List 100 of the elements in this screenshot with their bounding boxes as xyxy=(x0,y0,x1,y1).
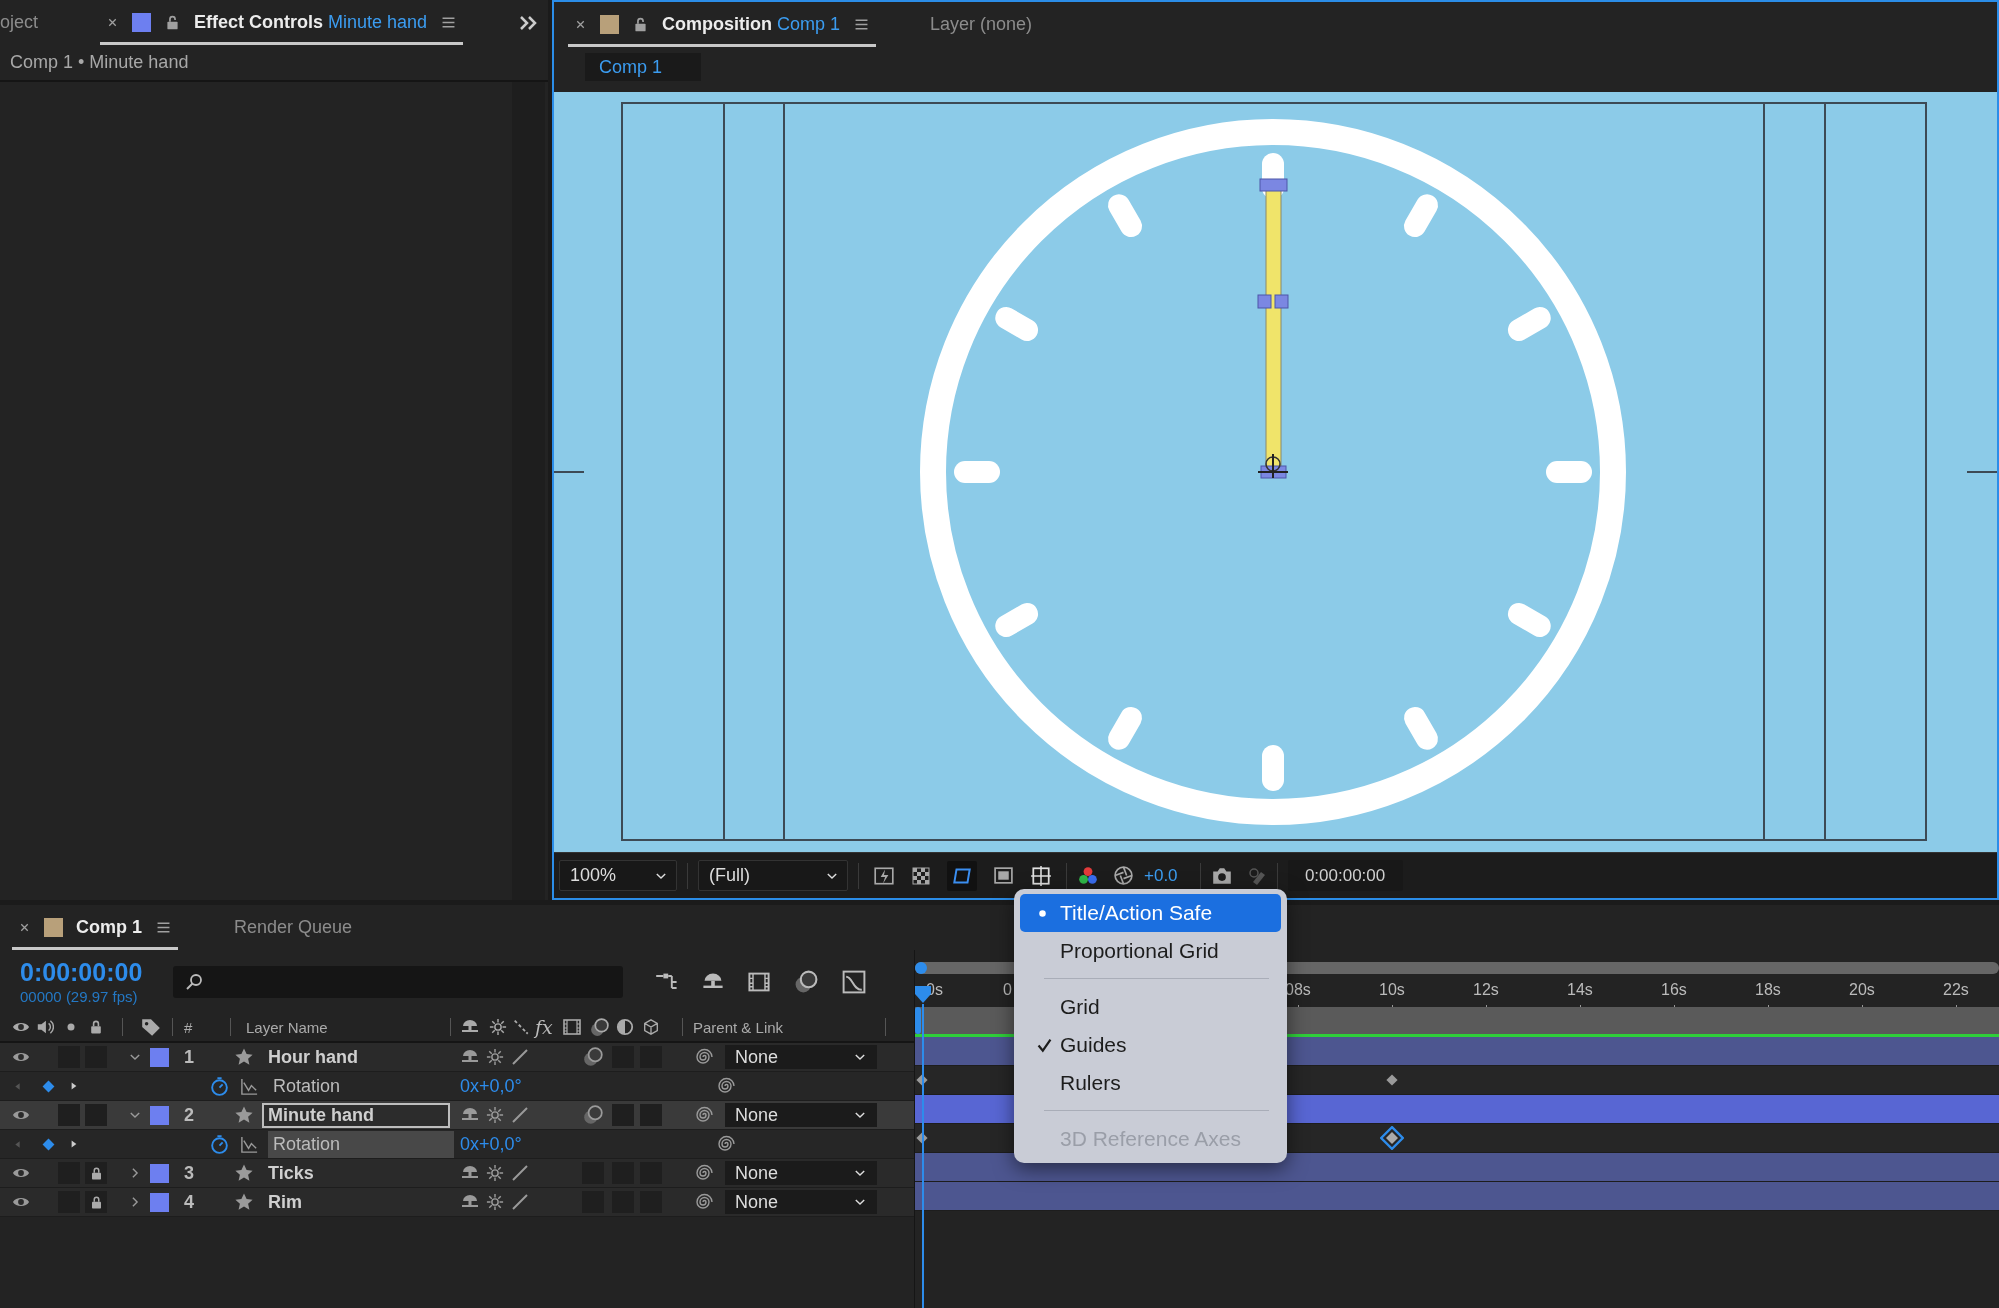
label-color-swatch[interactable] xyxy=(44,918,63,937)
menu-item[interactable]: Rulers xyxy=(1020,1064,1281,1102)
exposure-icon[interactable] xyxy=(1113,865,1134,886)
parent-dropdown[interactable]: None xyxy=(725,1045,877,1069)
layer-name[interactable]: Hour hand xyxy=(262,1044,450,1070)
column-header[interactable]: Parent & Link xyxy=(693,1018,784,1036)
label-color-swatch[interactable] xyxy=(150,1192,169,1212)
search-field[interactable] xyxy=(173,965,623,998)
pick-whip-icon[interactable] xyxy=(693,1192,713,1212)
quality-icon[interactable] xyxy=(510,1047,530,1067)
resolution-dropdown[interactable]: (Full) xyxy=(698,860,848,891)
quality-icon[interactable] xyxy=(510,1105,530,1125)
motion-blur-icon[interactable] xyxy=(582,1104,604,1126)
menu-item[interactable]: Proportional Grid xyxy=(1020,932,1281,970)
close-icon[interactable] xyxy=(18,921,31,934)
collapse-icon[interactable] xyxy=(486,1164,504,1182)
quality-icon[interactable] xyxy=(510,1163,530,1183)
motion-blur-icon[interactable] xyxy=(589,1016,610,1038)
time-ruler-label: 10s xyxy=(1379,981,1405,998)
stopwatch-icon[interactable] xyxy=(209,1075,230,1097)
layer-number: 4 xyxy=(184,1191,194,1213)
panel-tab[interactable]: Render Queue xyxy=(234,917,353,938)
panel-tab[interactable]: Layer (none) xyxy=(930,14,1033,35)
work-area-start-handle[interactable] xyxy=(915,1007,921,1034)
lock-icon[interactable] xyxy=(632,16,649,33)
collapse-icon[interactable] xyxy=(489,1018,507,1036)
3d-layer-switch[interactable] xyxy=(640,1104,662,1126)
property-value[interactable]: 0x+0,0° xyxy=(460,1133,522,1155)
effects-column-label[interactable]: fx xyxy=(535,1016,553,1038)
guides-icon[interactable] xyxy=(1030,864,1052,887)
property-name[interactable]: Rotation xyxy=(268,1072,454,1100)
close-icon[interactable] xyxy=(574,18,587,31)
composition-tab[interactable]: Comp 1 xyxy=(585,53,701,81)
lock-icon[interactable] xyxy=(88,1019,104,1035)
quality-icon[interactable] xyxy=(510,1192,530,1212)
mask-visibility-icon[interactable] xyxy=(947,860,977,891)
quality-icon[interactable] xyxy=(512,1018,530,1036)
fast-previews-icon[interactable] xyxy=(873,864,895,887)
panel-tab[interactable]: oject xyxy=(0,12,39,33)
keyframe-icon[interactable] xyxy=(1384,1072,1400,1088)
motion-blur-icon[interactable] xyxy=(582,1046,604,1068)
adjustment-switch[interactable] xyxy=(612,1104,634,1126)
column-header[interactable]: # xyxy=(184,1018,193,1036)
check-icon xyxy=(1036,1036,1053,1054)
menu-icon[interactable] xyxy=(155,919,172,936)
parent-dropdown[interactable]: None xyxy=(725,1161,877,1185)
collapse-icon[interactable] xyxy=(486,1106,504,1124)
close-icon[interactable] xyxy=(106,16,119,29)
pick-whip-icon[interactable] xyxy=(693,1047,713,1067)
lock-switch[interactable] xyxy=(85,1104,107,1126)
collapse-icon[interactable] xyxy=(486,1048,504,1066)
property-value[interactable]: 0x+0,0° xyxy=(460,1075,522,1097)
tag-icon[interactable] xyxy=(140,1016,162,1038)
lock-switch[interactable] xyxy=(85,1162,107,1184)
label-color-swatch[interactable] xyxy=(600,15,619,34)
solo-switch[interactable] xyxy=(58,1104,80,1126)
label-color-swatch[interactable] xyxy=(150,1047,169,1067)
adjustment-layer-icon[interactable] xyxy=(616,1018,634,1036)
panel-tab[interactable]: Effect Controls Minute hand xyxy=(194,12,428,33)
layer-duration-bar[interactable] xyxy=(915,1153,1999,1182)
magnification-dropdown[interactable]: 100% xyxy=(559,860,677,891)
exposure-value[interactable]: +0.0 xyxy=(1144,865,1178,886)
keyframe-icon[interactable] xyxy=(1380,1126,1404,1150)
label-color-swatch[interactable] xyxy=(150,1163,169,1183)
menu-item[interactable]: Title/Action Safe xyxy=(1020,894,1281,932)
speaker-icon[interactable] xyxy=(36,1018,54,1036)
label-color-swatch[interactable] xyxy=(150,1105,169,1125)
pick-whip-icon[interactable] xyxy=(693,1163,713,1183)
label-color-swatch[interactable] xyxy=(132,13,151,32)
menu-item[interactable]: Guides xyxy=(1020,1026,1281,1064)
current-time-field[interactable]: 0:00:00:00 xyxy=(1287,860,1403,891)
clock-hand-drawing[interactable] xyxy=(1257,178,1289,479)
pick-whip-icon[interactable] xyxy=(693,1105,713,1125)
frame-blend-icon[interactable] xyxy=(562,1017,582,1037)
motion-blur-icon[interactable] xyxy=(793,968,819,995)
transparency-grid-icon[interactable] xyxy=(911,865,931,886)
column-header[interactable]: Layer Name xyxy=(246,1018,328,1036)
stopwatch-icon[interactable] xyxy=(209,1133,230,1155)
pick-whip-icon[interactable] xyxy=(715,1134,735,1154)
current-time-display[interactable]: 0:00:00:00 xyxy=(20,958,165,987)
parent-dropdown[interactable]: None xyxy=(725,1103,877,1127)
layer-name[interactable]: Rim xyxy=(262,1189,450,1215)
cube-icon[interactable] xyxy=(642,1018,660,1036)
lock-switch[interactable] xyxy=(85,1191,107,1213)
color-channels-icon[interactable] xyxy=(1077,864,1099,887)
panel-tab[interactable]: Comp 1 xyxy=(76,917,142,938)
panel-tab[interactable]: Composition Comp 1 xyxy=(662,14,841,35)
lock-icon[interactable] xyxy=(164,14,181,31)
pick-whip-icon[interactable] xyxy=(715,1076,735,1096)
region-of-interest-icon[interactable] xyxy=(993,865,1014,886)
graph-editor-icon[interactable] xyxy=(841,968,867,995)
layer-name[interactable]: Minute hand xyxy=(262,1102,450,1128)
menu-item[interactable]: Grid xyxy=(1020,988,1281,1026)
parent-dropdown[interactable]: None xyxy=(725,1190,877,1214)
graph-icon[interactable] xyxy=(240,1134,259,1154)
property-name[interactable]: Rotation xyxy=(268,1130,454,1158)
graph-icon[interactable] xyxy=(240,1076,259,1096)
collapse-icon[interactable] xyxy=(486,1193,504,1211)
navigator-start-handle[interactable] xyxy=(915,962,927,974)
layer-name[interactable]: Ticks xyxy=(262,1160,450,1186)
